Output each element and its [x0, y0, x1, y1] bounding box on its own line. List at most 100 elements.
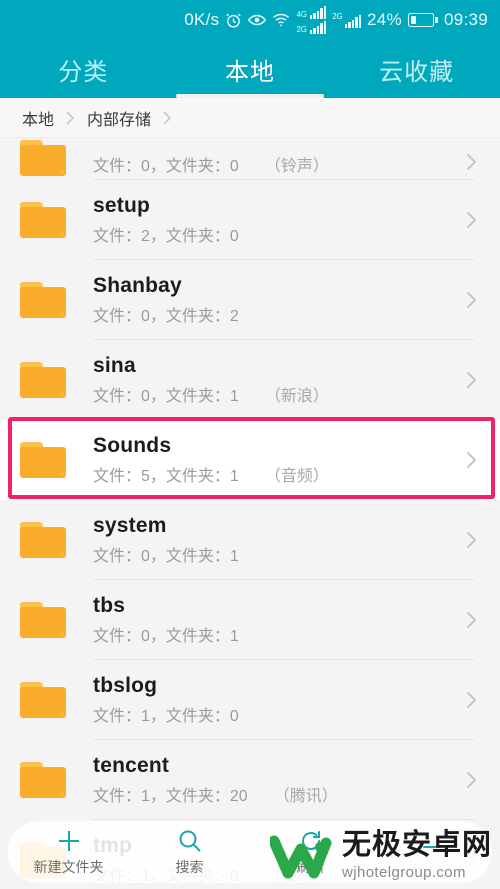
- folder-name: Sounds: [93, 433, 172, 457]
- chevron-right-icon[interactable]: [454, 686, 488, 714]
- chevron-right-icon[interactable]: [454, 766, 488, 794]
- folder-counts-text: 文件：0，文件夹：0: [93, 158, 239, 175]
- folder-counts-text: 文件：0，文件夹：1: [93, 388, 239, 406]
- folder-icon: [20, 522, 66, 558]
- folder-note-text: （腾讯）: [273, 788, 338, 806]
- list-item: Shanbay 文件：0，文件夹：2: [93, 274, 454, 326]
- watermark-url: wjhotelgroup.com: [341, 864, 466, 881]
- folder-counts: 文件：1，文件夹：20 （腾讯）: [93, 782, 454, 806]
- tab-local-label: 本地: [225, 58, 275, 86]
- folder-icon: [20, 762, 66, 798]
- sim1-signal-icon: 4G 2G: [296, 6, 327, 34]
- folder-counts-text: 文件：1，文件夹：20: [93, 788, 248, 806]
- list-item: sina 文件：0，文件夹：1 （新浪）: [93, 354, 454, 406]
- list-item: system 文件：0，文件夹：1: [93, 514, 454, 566]
- table-row[interactable]: sina 文件：0，文件夹：1 （新浪）: [0, 340, 500, 420]
- search-label: 搜索: [175, 858, 204, 875]
- chevron-right-icon[interactable]: [454, 148, 488, 176]
- tab-cloud-favorites[interactable]: 云收藏: [333, 40, 500, 98]
- folder-name: tbs: [93, 593, 126, 617]
- folder-name: tencent: [93, 753, 170, 777]
- list-item: 文件：0，文件夹：0 （铃声）: [93, 152, 454, 176]
- list-item: setup 文件：2，文件夹：0: [93, 194, 454, 246]
- folder-name: tbslog: [93, 673, 158, 697]
- watermark-title: 无极安卓网: [341, 829, 492, 861]
- table-row[interactable]: system 文件：0，文件夹：1: [0, 500, 500, 580]
- file-manager-screen: 0K/s 4G 2G 2G 24% 09:39 分类 本地 云收藏 本地 内部存…: [0, 0, 500, 889]
- search-icon: [177, 828, 203, 854]
- folder-counts: 文件：1，文件夹：0: [93, 702, 454, 726]
- table-row[interactable]: tencent 文件：1，文件夹：20 （腾讯）: [0, 740, 500, 820]
- watermark: 无极安卓网 wjhotelgroup.com: [268, 829, 492, 881]
- table-row[interactable]: 文件：0，文件夹：0 （铃声）: [0, 138, 500, 180]
- new-folder-label: 新建文件夹: [33, 858, 104, 875]
- folder-icon: [20, 140, 66, 176]
- list-item: Sounds 文件：5，文件夹：1 （音频）: [93, 434, 454, 486]
- folder-icon: [20, 202, 66, 238]
- watermark-logo-icon: [268, 833, 332, 879]
- chevron-right-icon: [161, 108, 174, 128]
- chevron-right-icon[interactable]: [454, 206, 488, 234]
- tab-bar: 分类 本地 云收藏: [0, 40, 500, 98]
- tab-local[interactable]: 本地: [167, 40, 334, 98]
- sim1-network-label-top: 4G: [296, 10, 307, 19]
- battery-percent-text: 24%: [367, 10, 402, 29]
- breadcrumb: 本地 内部存储: [0, 98, 500, 138]
- folder-icon: [20, 442, 66, 478]
- folder-name: Shanbay: [93, 273, 182, 297]
- folder-icon: [20, 602, 66, 638]
- folder-icon: [20, 282, 66, 318]
- file-list[interactable]: 文件：0，文件夹：0 （铃声） setup 文件：2，文件夹：0 Shanbay 文件：0…: [0, 138, 500, 889]
- folder-counts-text: 文件：0，文件夹：2: [93, 308, 239, 326]
- chevron-right-icon[interactable]: [454, 606, 488, 634]
- folder-counts: 文件：0，文件夹：1: [93, 542, 454, 566]
- breadcrumb-item-local[interactable]: 本地: [22, 106, 54, 130]
- folder-counts: 文件：0，文件夹：0 （铃声）: [93, 152, 454, 176]
- search-button[interactable]: 搜索: [129, 828, 250, 877]
- table-row[interactable]: setup 文件：2，文件夹：0: [0, 180, 500, 260]
- folder-name: sina: [93, 353, 136, 377]
- new-folder-button[interactable]: 新建文件夹: [8, 828, 129, 877]
- network-speed-text: 0K/s: [184, 10, 220, 29]
- folder-counts-text: 文件：5，文件夹：1: [93, 468, 239, 486]
- chevron-right-icon[interactable]: [454, 366, 488, 394]
- wifi-icon: [272, 13, 290, 27]
- chevron-right-icon: [64, 108, 77, 128]
- sim1-network-label-bottom: 2G: [296, 25, 307, 34]
- battery-icon: [407, 13, 438, 27]
- tab-categories[interactable]: 分类: [0, 40, 167, 98]
- sim2-signal-icon: 2G: [332, 12, 362, 28]
- folder-counts: 文件：2，文件夹：0: [93, 222, 454, 246]
- folder-icon: [20, 362, 66, 398]
- list-item: tencent 文件：1，文件夹：20 （腾讯）: [93, 754, 454, 806]
- folder-counts: 文件：5，文件夹：1 （音频）: [93, 462, 454, 486]
- folder-counts: 文件：0，文件夹：2: [93, 302, 454, 326]
- folder-note-text: （音频）: [264, 468, 329, 486]
- list-item: tbslog 文件：1，文件夹：0: [93, 674, 454, 726]
- folder-counts: 文件：0，文件夹：1 （新浪）: [93, 382, 454, 406]
- folder-name: setup: [93, 193, 151, 217]
- clock-text: 09:39: [443, 10, 488, 29]
- plus-icon: [56, 828, 82, 854]
- folder-counts-text: 文件：0，文件夹：1: [93, 548, 239, 566]
- folder-counts-text: 文件：1，文件夹：0: [93, 708, 239, 726]
- breadcrumb-item-internal-storage[interactable]: 内部存储: [87, 106, 151, 130]
- alarm-icon: [225, 12, 242, 29]
- folder-note-text: （铃声）: [264, 158, 329, 175]
- folder-counts-text: 文件：0，文件夹：1: [93, 628, 239, 646]
- table-row[interactable]: Sounds 文件：5，文件夹：1 （音频）: [0, 417, 500, 500]
- table-row[interactable]: Shanbay 文件：0，文件夹：2: [0, 260, 500, 340]
- folder-counts: 文件：0，文件夹：1: [93, 622, 454, 646]
- chevron-right-icon[interactable]: [454, 446, 488, 474]
- chevron-right-icon[interactable]: [454, 526, 488, 554]
- folder-name: system: [93, 513, 167, 537]
- chevron-right-icon[interactable]: [454, 286, 488, 314]
- tab-cloud-favorites-label: 云收藏: [379, 58, 455, 86]
- folder-icon: [20, 682, 66, 718]
- table-row[interactable]: tbslog 文件：1，文件夹：0: [0, 660, 500, 740]
- sim2-network-label: 2G: [332, 12, 343, 21]
- status-bar: 0K/s 4G 2G 2G 24% 09:39: [0, 0, 500, 40]
- folder-counts-text: 文件：2，文件夹：0: [93, 228, 239, 246]
- list-item: tbs 文件：0，文件夹：1: [93, 594, 454, 646]
- table-row[interactable]: tbs 文件：0，文件夹：1: [0, 580, 500, 660]
